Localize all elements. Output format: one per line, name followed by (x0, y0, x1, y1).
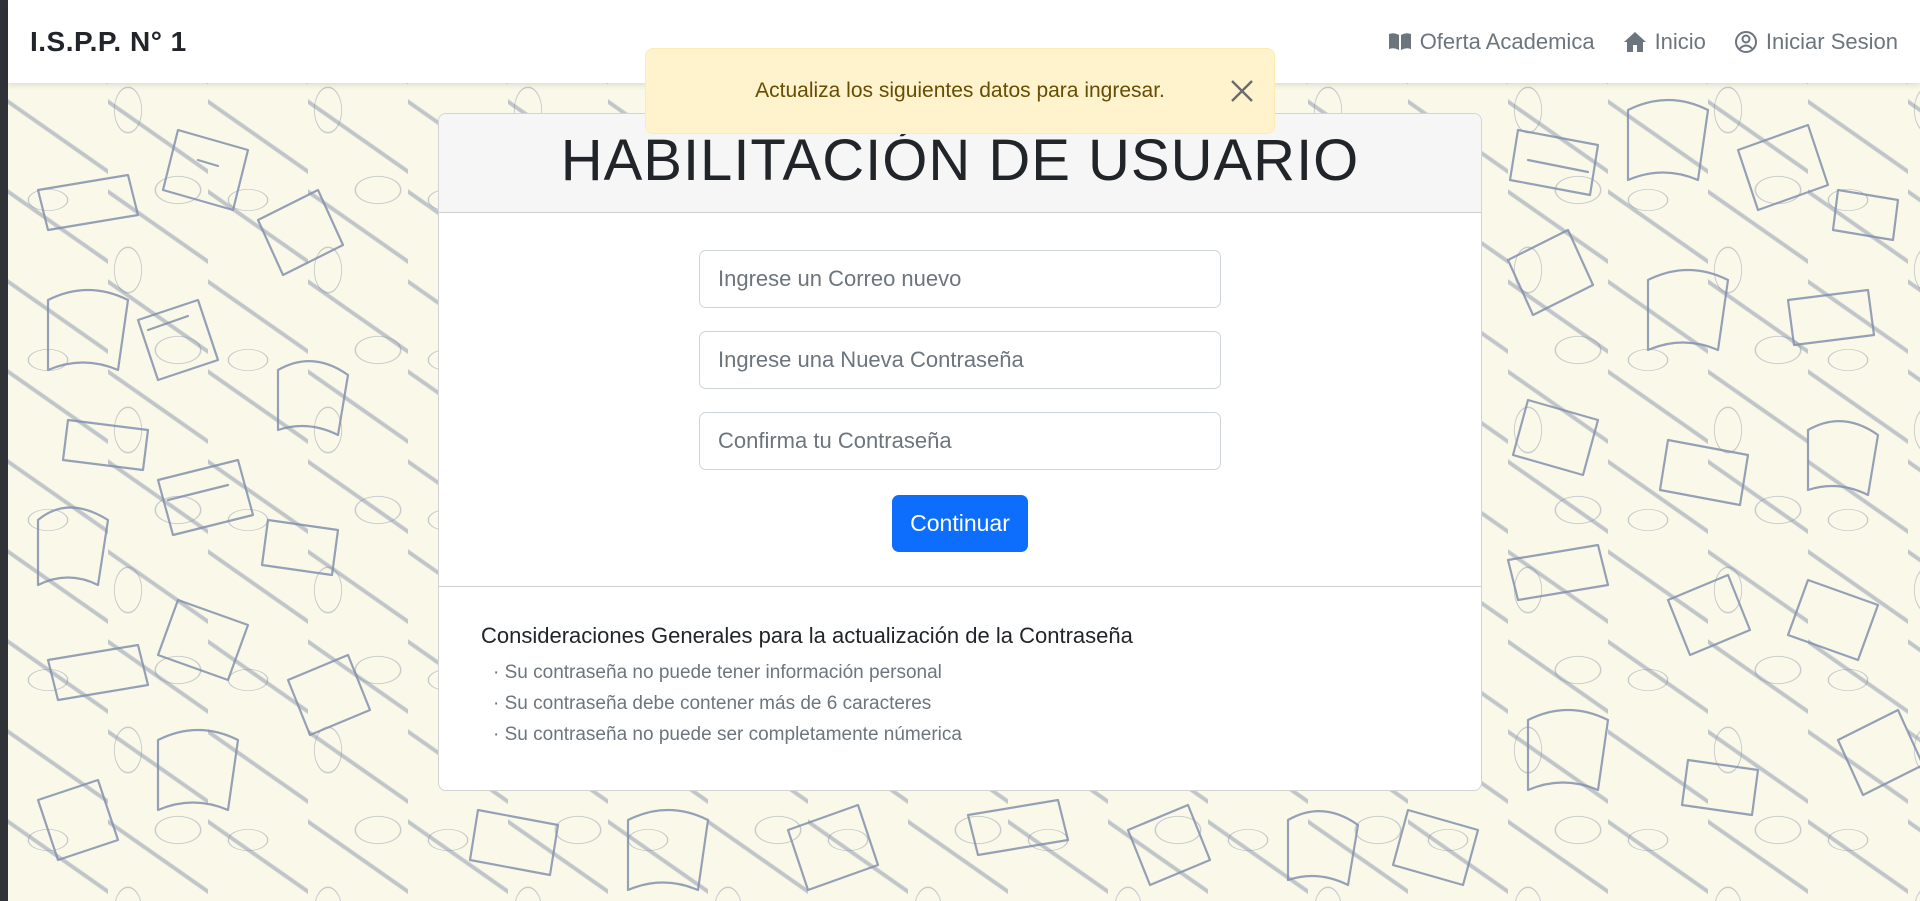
nav-link-iniciar-sesion[interactable]: Iniciar Sesion (1734, 29, 1898, 55)
close-icon[interactable] (1228, 77, 1256, 105)
alert-message: Actualiza los siguientes datos para ingr… (755, 79, 1165, 102)
warning-alert: Actualiza los siguientes datos para ingr… (645, 48, 1275, 134)
page-title: HABILITACIÓN DE USUARIO (560, 128, 1360, 193)
continue-button[interactable]: Continuar (892, 495, 1028, 552)
nav-link-oferta-academica[interactable]: Oferta Academica (1388, 29, 1595, 55)
new-email-input[interactable] (699, 250, 1221, 308)
list-item: Su contraseña debe contener más de 6 car… (493, 688, 1439, 719)
user-activation-card: HABILITACIÓN DE USUARIO Continuar Consid… (438, 113, 1482, 791)
password-considerations: Consideraciones Generales para la actual… (439, 587, 1481, 750)
nav-link-label: Oferta Academica (1419, 28, 1595, 54)
nav-link-label: Inicio (1654, 28, 1706, 54)
nav-link-label: Iniciar Sesion (1765, 28, 1898, 54)
nav-link-inicio[interactable]: Inicio (1623, 29, 1706, 55)
list-item: Su contraseña no puede ser completamente… (493, 719, 1439, 750)
brand-logo-text[interactable]: I.S.P.P. N° 1 (30, 26, 187, 58)
home-icon (1623, 31, 1646, 52)
nav-links: Oferta Academica Inicio Iniciar Sesion (1388, 29, 1898, 55)
considerations-list: Su contraseña no puede tener información… (481, 657, 1439, 750)
activation-form: Continuar (439, 213, 1481, 587)
book-icon (1388, 32, 1411, 50)
user-circle-icon (1734, 30, 1757, 53)
new-password-input[interactable] (699, 331, 1221, 389)
confirm-password-input[interactable] (699, 412, 1221, 470)
list-item: Su contraseña no puede tener información… (493, 657, 1439, 688)
considerations-title: Consideraciones Generales para la actual… (481, 623, 1133, 648)
